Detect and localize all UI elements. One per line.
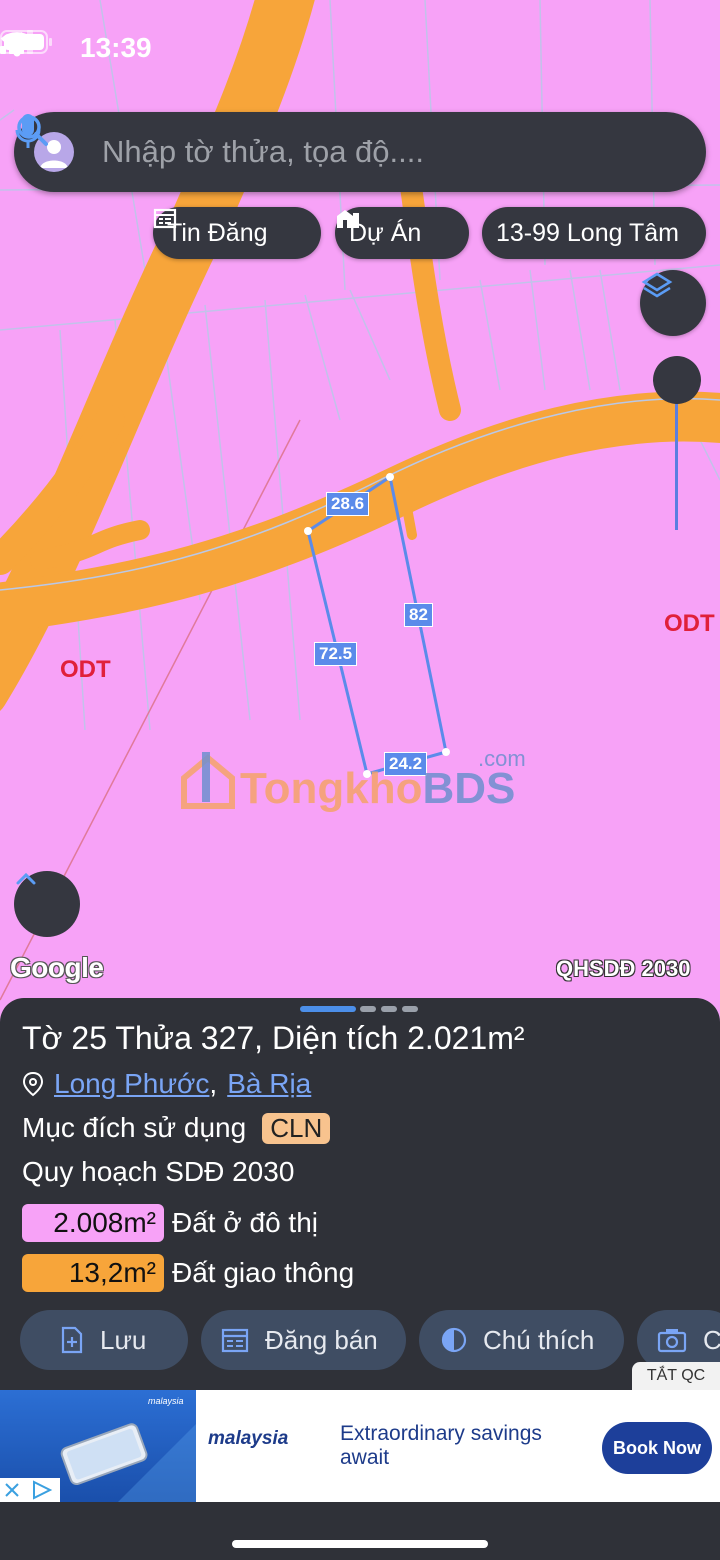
save-doc-icon (61, 1326, 83, 1354)
parcel-title: Tờ 25 Thửa 327, Diện tích 2.021m² (22, 1020, 525, 1056)
zone-name: Đất ở đô thị (172, 1207, 318, 1238)
status-bar: 13:39 (0, 30, 720, 70)
city-link[interactable]: Bà Rịa (227, 1068, 311, 1100)
action-label: Đăng bán (265, 1324, 378, 1355)
home-indicator[interactable] (232, 1540, 488, 1548)
watermark-suffix: .com (478, 746, 526, 771)
ad-choices-icon (5, 1480, 53, 1500)
zone-label: ODT (60, 656, 111, 683)
expand-button[interactable] (14, 871, 80, 937)
home-bar (0, 1502, 720, 1560)
parcel-info-sheet[interactable]: Tờ 25 Thửa 327, Diện tích 2.021m² Long P… (0, 998, 720, 1398)
edge-length-label: 82 (404, 603, 433, 627)
search-bar[interactable]: Nhập tờ thửa, tọa độ.... (14, 112, 706, 192)
microphone-icon[interactable] (14, 112, 42, 152)
layers-button[interactable] (640, 270, 706, 336)
status-time: 13:39 (80, 32, 152, 63)
parcel-location: Long Phước , Bà Rịa (22, 1068, 311, 1100)
location-separator: , (209, 1068, 218, 1099)
map-layer-label: QHSDĐ 2030 (556, 956, 691, 981)
edge-length-label: 72.5 (314, 642, 358, 666)
opacity-slider-handle[interactable] (653, 356, 701, 404)
location-pin-icon (22, 1071, 44, 1097)
post-sale-button[interactable]: Đăng bán (201, 1310, 406, 1370)
action-label: Chú thích (483, 1324, 595, 1355)
legend-button[interactable]: Chú thích (419, 1310, 624, 1370)
ward-link[interactable]: Long Phước (54, 1068, 209, 1100)
chip-projects[interactable]: Dự Án (335, 207, 469, 259)
calendar-icon (221, 1328, 249, 1353)
ad-brand-logo: malaysia (208, 1428, 289, 1449)
planning-title: Quy hoạch SDĐ 2030 (22, 1156, 295, 1187)
ad-choices[interactable] (0, 1478, 60, 1502)
ad-cta-button[interactable]: Book Now (602, 1422, 712, 1474)
zone-area-badge: 13,2m² (22, 1254, 164, 1292)
chip-label: 13-99 Long Tâm (496, 218, 679, 247)
chip-address[interactable]: 13-99 Long Tâm (482, 207, 706, 259)
contrast-icon (441, 1327, 467, 1353)
google-attribution: Google (10, 952, 104, 983)
chip-listings[interactable]: Tin Đăng (153, 207, 321, 259)
map-view[interactable]: ODT ODT 28.6 82 72.5 24.2 TongkhoBDS .co… (0, 0, 720, 1010)
ad-headline: Extraordinary savings await (340, 1422, 542, 1469)
close-ad-button[interactable]: TẮT QC (632, 1362, 720, 1390)
edge-length-label: 28.6 (326, 492, 370, 516)
chip-label: Tin Đăng (167, 218, 268, 247)
zone-row: 2.008m² Đất ở đô thị (22, 1204, 318, 1242)
zone-row: 13,2m² Đất giao thông (22, 1254, 354, 1292)
zone-label: ODT (664, 610, 715, 637)
watermark-logo: TongkhoBDS .com (180, 746, 560, 818)
chevron-up-icon (16, 872, 36, 885)
sheet-page-indicator[interactable] (300, 1006, 356, 1012)
zone-area-badge: 2.008m² (22, 1204, 164, 1242)
sheet-page-indicator[interactable] (402, 1006, 418, 1012)
house-logo-icon (181, 752, 235, 809)
camera-icon (657, 1329, 687, 1353)
zone-name: Đất giao thông (172, 1257, 355, 1288)
ad-banner[interactable]: malaysia malaysia Extraordinary savings … (0, 1390, 720, 1502)
sheet-page-indicator[interactable] (360, 1006, 376, 1012)
action-label: Lưu (100, 1324, 147, 1355)
purpose-code-badge: CLN (262, 1112, 331, 1144)
building-icon (337, 210, 359, 228)
purpose-label: Mục đích sử dụng (22, 1112, 247, 1143)
camera-button[interactable]: C (637, 1310, 720, 1370)
save-button[interactable]: Lưu (20, 1310, 188, 1370)
sheet-page-indicator[interactable] (381, 1006, 397, 1012)
listing-icon (153, 208, 177, 229)
layers-icon (641, 272, 673, 298)
action-label: C (703, 1324, 720, 1355)
ad-image-caption: malaysia (148, 1396, 184, 1406)
battery-icon (0, 30, 52, 54)
land-use-purpose: Mục đích sử dụng CLN (22, 1112, 331, 1144)
watermark-text-a: Tongkho (240, 764, 423, 813)
search-input[interactable]: Nhập tờ thửa, tọa độ.... (102, 134, 424, 170)
